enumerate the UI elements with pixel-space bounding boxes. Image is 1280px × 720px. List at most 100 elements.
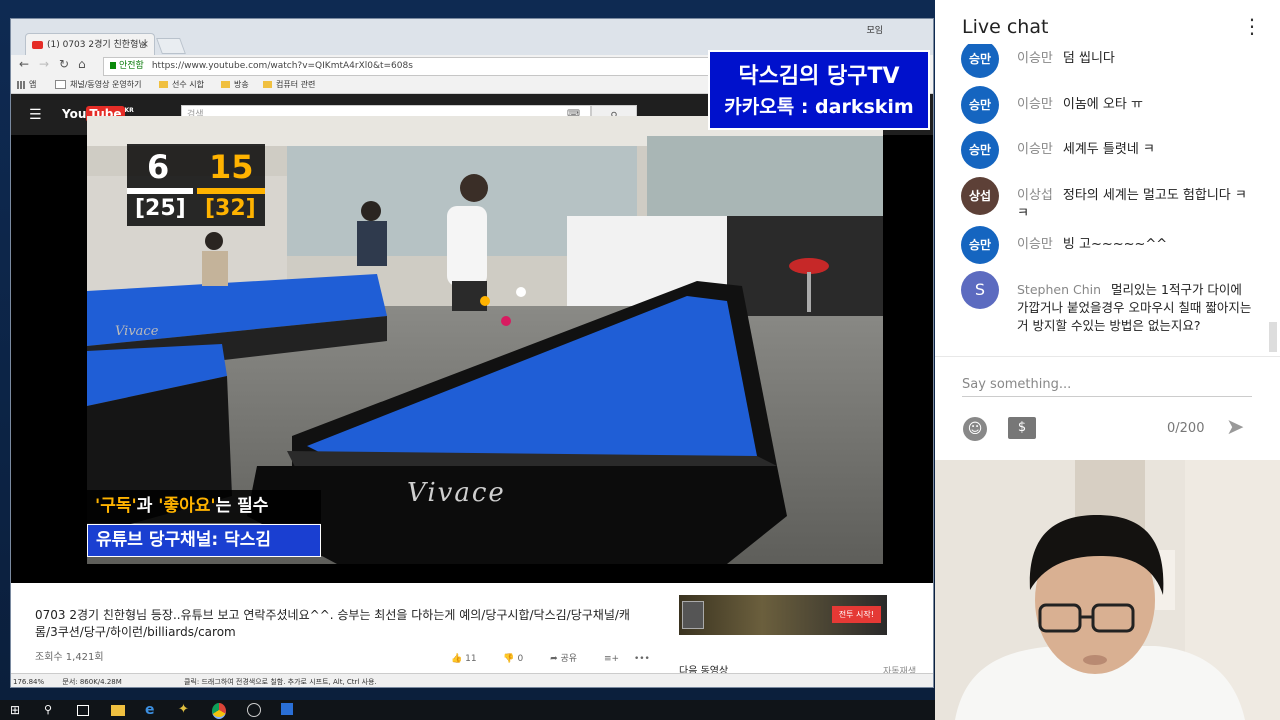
chat-author: 이승만 [1017,51,1053,66]
share-button[interactable]: ➦ 공유 [550,654,589,664]
bookmark-channel[interactable]: 채널/동영상 운영하기 [55,77,141,93]
chat-text: 이놈에 오타 ㅠ [1062,97,1143,112]
photoshop-icon[interactable] [281,703,293,715]
chat-text: 빙 고~~~~~^^ [1062,237,1168,252]
bookmark-label: 앱 [29,80,37,89]
right-player-bar [197,188,265,194]
dislike-count: 0 [517,654,524,664]
app-icon[interactable]: ✦ [178,703,192,717]
bookmark-label: 컴퓨터 관련 [276,80,316,89]
chat-input[interactable]: Say something... [962,377,1252,397]
bookmark-player-match[interactable]: 선수 시합 [159,77,204,93]
lock-icon [110,62,116,69]
chat-text: 덤 씹니다 [1062,51,1115,66]
chat-author: 이승만 [1017,142,1053,157]
scoreboard: 6 15 [25] [32] [127,144,265,226]
edge-browser-icon[interactable]: e [145,703,159,717]
view-count: 조회수 1,421회 [35,652,104,663]
ad-banner[interactable]: 전투 시작! [679,595,887,635]
caption-channel: 유튜브 당구채널: 닥스김 [87,524,321,557]
close-tab-icon[interactable]: × [141,34,149,56]
caption-like-word: '좋아요' [158,496,216,516]
bookmark-label: 방송 [234,80,249,89]
avatar: 승만 [961,44,999,78]
bookmark-broadcast[interactable]: 방송 [221,77,249,93]
editor-status-bar: 176.84% 문서: 860K/4.28M 클릭: 드래그하여 전경색으로 칠… [11,673,933,687]
bookmark-apps[interactable]: 앱 [17,77,36,93]
divider [935,356,1280,357]
chat-author: 이승만 [1017,237,1053,252]
folder-icon [221,81,230,88]
webcam-feed [935,460,1280,720]
more-actions-icon[interactable]: ••• [634,654,650,664]
windows-start-icon[interactable]: ⊞ [10,703,24,717]
back-icon[interactable]: ← [19,57,29,71]
chat-author: 이승만 [1017,97,1053,112]
like-count: 11 [465,654,477,664]
page-icon [55,80,66,89]
left-player-bar [127,188,193,194]
avatar: 승만 [961,226,999,264]
bookmark-computer[interactable]: 컴퓨터 관련 [263,77,315,93]
task-view-icon[interactable] [77,705,89,716]
video-frame[interactable]: Vivace Vivace 6 15 [25] [32] '구독'과 '좋아요'… [87,116,883,564]
caption-required: 는 필수 [215,496,269,516]
reload-icon[interactable]: ↻ [59,57,69,71]
avatar: 상섭 [961,177,999,215]
status-hint: 클릭: 드래그하여 전경색으로 칠함. 추가로 시프트, Alt, Ctrl 사… [184,678,377,686]
super-chat-icon[interactable]: $ [1008,417,1036,439]
apps-grid-icon [17,80,25,89]
new-tab-button[interactable] [156,38,186,54]
channel-banner: 닥스김의 당구TV 카카오톡 : darkskim [708,50,930,130]
dislike-button[interactable]: 👎 0 [503,654,535,664]
live-chat-title: Live chat [962,16,1049,38]
avatar: 승만 [961,131,999,169]
url-text: https://www.youtube.com/watch?v=QIKmtA4r… [151,61,413,71]
avatar: S [961,271,999,309]
bookmark-label: 선수 시합 [172,80,204,89]
chat-message-list: 승만 이승만 덤 씹니다 승만 이승만 이놈에 오타 ㅠ 승만 이승만 세계두 틀렷네… [935,44,1280,356]
game-logo-icon [682,601,704,629]
more-options-icon[interactable]: ⋮ [1242,14,1262,38]
kakaotalk-id: 카카오톡 : darkskim [724,96,914,118]
caption-join: 과 [136,496,159,516]
caption-subscribe: '구독'과 '좋아요'는 필수 [87,490,321,523]
score-right: 15 [209,148,254,186]
chat-author: 이상섭 [1017,188,1053,203]
folder-icon [159,81,168,88]
bookmark-label: 채널/동영상 운영하기 [70,80,142,89]
table-brand-text: Vivace [407,478,506,508]
file-explorer-icon[interactable] [111,705,125,716]
document-size: 문서: 860K/4.28M [62,678,122,686]
like-button[interactable]: 👍 11 [451,654,489,664]
video-title: 0703 2경기 친한형님 등장..유튜브 보고 연락주셨네요^^. 승부는 최… [35,608,630,639]
channel-name: 닥스김의 당구TV [738,64,900,89]
chrome-icon[interactable] [212,703,226,719]
forward-icon[interactable]: → [39,57,49,71]
search-icon[interactable]: ⚲ [44,703,58,717]
add-to-playlist-icon[interactable]: ≡+ [604,654,619,664]
zoom-level: 176.84% [13,678,45,686]
folder-icon [263,81,272,88]
emoji-icon[interactable]: ☺ [963,417,987,441]
window-profile-label: 모임 [866,26,883,36]
ad-cta-button[interactable]: 전투 시작! [831,606,881,623]
char-counter: 0/200 [1167,421,1205,436]
app-clock-icon[interactable] [247,703,261,717]
secure-label: 안전함 [119,61,144,71]
chat-author: Stephen Chin [1017,282,1102,297]
home-icon[interactable]: ⌂ [78,57,86,71]
tab-title: (1) 0703 2경기 친한형님 [47,40,147,50]
send-icon[interactable]: ➤ [1226,415,1244,440]
inning-right: [32] [205,196,256,221]
menu-icon[interactable]: ☰ [29,107,42,123]
score-left: 6 [147,148,170,186]
chat-text: 세계두 틀렷네 ㅋ [1062,142,1155,157]
browser-tab[interactable]: (1) 0703 2경기 친한형님 × [25,33,155,56]
avatar: 승만 [961,86,999,124]
region-label: KR [124,107,134,114]
chat-scrollbar[interactable] [1269,322,1277,352]
live-chat-panel: Live chat ⋮ 승만 이승만 덤 씹니다 승만 이승만 이놈에 오타 ㅠ 승… [935,0,1280,460]
address-bar[interactable]: 안전함 https://www.youtube.com/watch?v=QIKmt… [103,57,711,76]
inning-left: [25] [135,196,186,221]
